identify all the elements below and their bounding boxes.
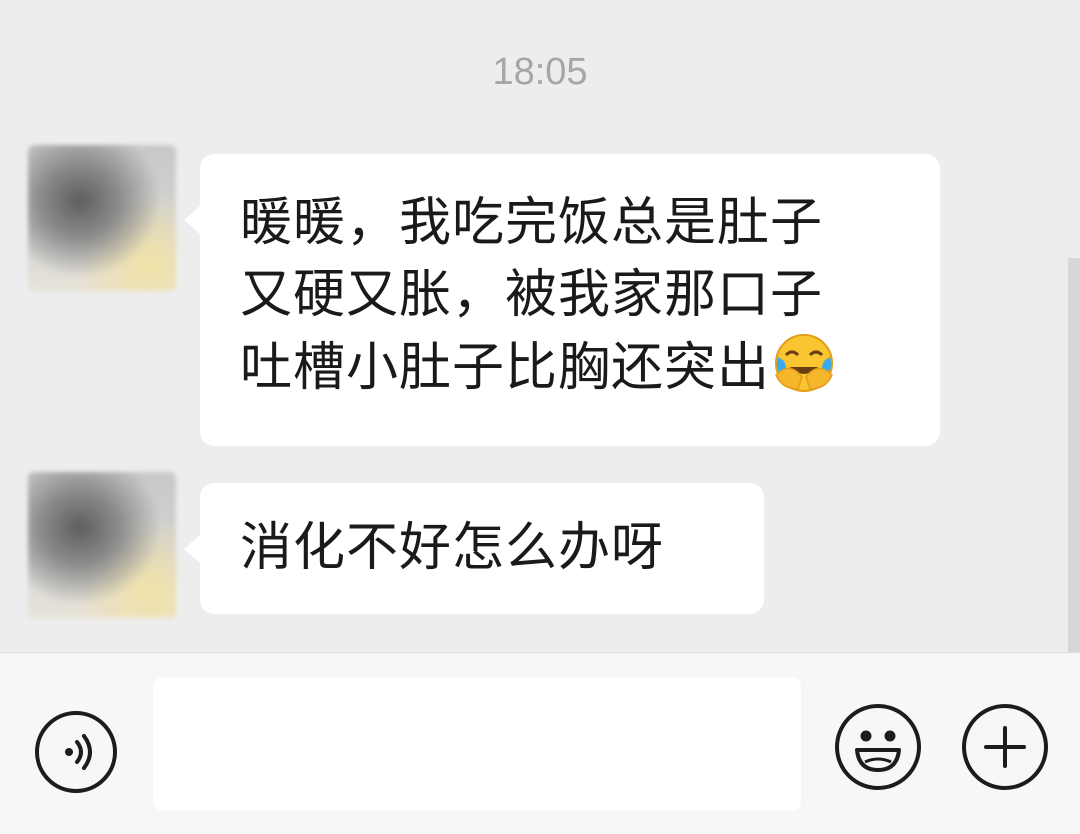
chat-area[interactable]: 18:05 暖暖，我吃完饭总是肚子 又硬又胀，被我家那口子 吐槽小肚子比胸还突出	[0, 0, 1080, 652]
message-bubble[interactable]: 暖暖，我吃完饭总是肚子 又硬又胀，被我家那口子 吐槽小肚子比胸还突出	[184, 154, 940, 446]
message-text: 消化不好怎么办呀	[240, 512, 734, 584]
message-line-text: 吐槽小肚子比胸还突出	[240, 338, 771, 398]
message-text: 暖暖，我吃完饭总是肚子 又硬又胀，被我家那口子 吐槽小肚子比胸还突出	[240, 187, 910, 404]
voice-icon	[39, 715, 113, 789]
voice-button[interactable]	[35, 711, 117, 793]
smiley-icon	[839, 708, 917, 786]
message-input[interactable]	[153, 677, 801, 811]
emoji-button[interactable]	[835, 704, 921, 790]
message-timestamp: 18:05	[492, 51, 588, 93]
input-bar	[0, 652, 1080, 834]
sender-avatar[interactable]	[28, 472, 176, 618]
more-button[interactable]	[962, 704, 1048, 790]
crying-laughing-emoji-icon	[772, 331, 836, 393]
message-line: 暖暖，我吃完饭总是肚子	[240, 193, 824, 253]
message-bubble[interactable]: 消化不好怎么办呀	[184, 483, 764, 614]
plus-icon	[966, 708, 1044, 786]
sender-avatar[interactable]	[28, 145, 176, 291]
message-line: 消化不好怎么办呀	[240, 518, 665, 578]
scrollbar[interactable]	[1068, 258, 1080, 652]
message-line-last: 吐槽小肚子比胸还突出	[240, 331, 910, 404]
message-line: 又硬又胀，被我家那口子	[240, 265, 824, 325]
